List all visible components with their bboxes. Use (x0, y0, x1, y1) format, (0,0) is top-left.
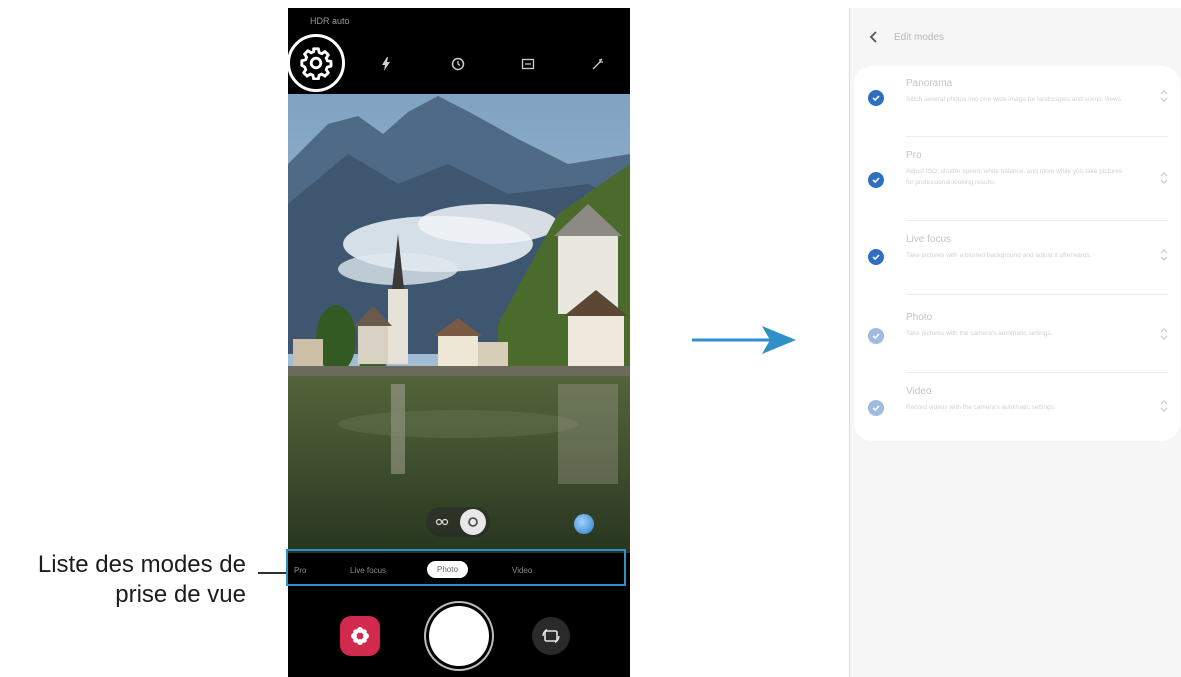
divider (906, 220, 1168, 221)
reorder-icon[interactable] (1159, 247, 1169, 263)
check-icon[interactable] (868, 172, 884, 188)
mode-list-card: Panorama Stitch several photos into one … (854, 66, 1180, 441)
bixby-vision-icon (351, 627, 369, 645)
effects-icon[interactable] (574, 514, 594, 534)
mode-name: Pro (906, 150, 922, 161)
mode-name: Live focus (906, 234, 952, 245)
page-title: Edit modes (894, 32, 945, 43)
divider (906, 294, 1168, 295)
filter-icon[interactable] (590, 56, 606, 72)
reorder-icon[interactable] (1159, 398, 1169, 414)
callout-label-line2: prise de vue (115, 581, 246, 608)
callout-label: Liste des modes de prise de vue (0, 550, 246, 610)
mode-description: Adjust ISO, shutter speed, white balance… (906, 168, 1123, 186)
wide-lens-icon[interactable] (434, 514, 450, 530)
check-icon[interactable] (868, 400, 884, 416)
mode-name: Panorama (906, 78, 953, 89)
mode-name: Video (906, 386, 932, 397)
check-icon[interactable] (868, 328, 884, 344)
arrow-right-icon (692, 326, 796, 354)
reorder-icon[interactable] (1159, 326, 1169, 342)
check-icon[interactable] (868, 249, 884, 265)
camera-viewfinder[interactable] (288, 94, 630, 553)
reorder-icon[interactable] (1159, 170, 1169, 186)
settings-button[interactable] (288, 34, 345, 92)
gear-icon (300, 47, 333, 80)
chevron-left-icon[interactable] (868, 30, 880, 44)
landscape-preview-image (288, 94, 630, 553)
mode-name: Photo (906, 312, 933, 323)
switch-camera-icon (542, 628, 560, 644)
callout-line (258, 572, 286, 574)
modes-highlight-box (286, 549, 626, 586)
switch-camera-button[interactable] (532, 617, 570, 655)
reorder-icon[interactable] (1159, 88, 1169, 104)
mode-description: Stitch several photos into one wide imag… (906, 96, 1123, 103)
bixby-vision-button[interactable] (340, 616, 380, 656)
camera-controls (288, 593, 630, 677)
edit-modes-header: Edit modes (850, 8, 1181, 64)
edit-modes-screen: Edit modes Panorama Stitch several photo… (849, 8, 1181, 677)
lens-toggle[interactable] (426, 507, 490, 537)
divider (906, 136, 1168, 137)
status-text: HDR auto (310, 16, 350, 26)
check-icon[interactable] (868, 90, 884, 106)
mode-description: Take pictures with the camera's automati… (906, 330, 1053, 337)
standard-lens-icon[interactable] (460, 509, 486, 535)
aspect-ratio-icon[interactable] (520, 56, 536, 72)
mode-description: Take pictures with a blurred background … (906, 252, 1092, 259)
callout-label-line1: Liste des modes de (37, 551, 246, 578)
timer-icon[interactable] (450, 56, 466, 72)
shutter-button[interactable] (429, 606, 489, 666)
divider (906, 372, 1168, 373)
mode-description: Record videos with the camera's automati… (906, 404, 1056, 411)
flash-icon[interactable] (378, 56, 394, 72)
